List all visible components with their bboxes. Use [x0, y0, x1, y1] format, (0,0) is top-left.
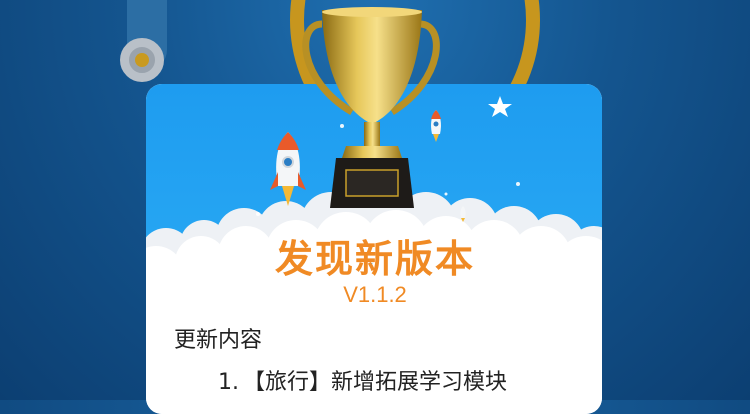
list-item: 1. 【旅行】新增拓展学习模块 — [218, 364, 507, 396]
version-label: V1.1.2 — [343, 282, 407, 307]
update-content-heading: 更新内容 — [174, 328, 263, 353]
trophy-icon — [302, 7, 440, 208]
list-item-text: 【旅行】新增拓展学习模块 — [243, 370, 508, 395]
dialog-title: 发现新版本 — [274, 237, 475, 281]
list-item-number: 1. — [218, 370, 239, 395]
